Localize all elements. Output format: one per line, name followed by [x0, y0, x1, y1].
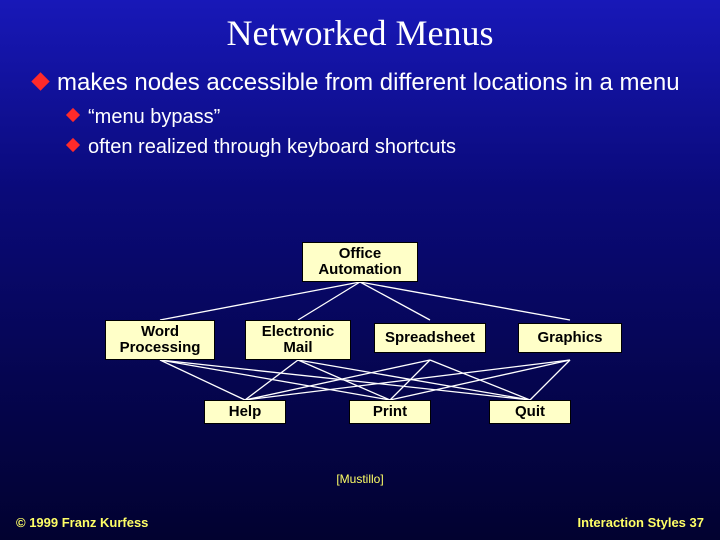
node-electronic-mail: Electronic Mail: [245, 320, 351, 360]
bullet-main: makes nodes accessible from different lo…: [34, 68, 692, 98]
node-graphics: Graphics: [518, 323, 622, 353]
content-area: makes nodes accessible from different lo…: [0, 54, 720, 160]
diagram: Office Automation Word Processing Electr…: [0, 240, 720, 480]
node-spreadsheet: Spreadsheet: [374, 323, 486, 353]
bullet-main-text: makes nodes accessible from different lo…: [57, 68, 680, 98]
diamond-icon: [66, 138, 80, 152]
bullet-sub-1: “menu bypass”: [68, 104, 692, 130]
bullet-sub2-text: often realized through keyboard shortcut…: [88, 134, 456, 160]
citation: [Mustillo]: [0, 472, 720, 486]
bullet-sub-2: often realized through keyboard shortcut…: [68, 134, 692, 160]
node-quit: Quit: [489, 400, 571, 424]
page-number: Interaction Styles 37: [578, 515, 704, 530]
bullet-sub1-text: “menu bypass”: [88, 104, 220, 130]
node-print: Print: [349, 400, 431, 424]
copyright: © 1999 Franz Kurfess: [16, 515, 148, 530]
footer: © 1999 Franz Kurfess Interaction Styles …: [16, 515, 704, 530]
node-word-processing: Word Processing: [105, 320, 215, 360]
node-office-automation: Office Automation: [302, 242, 418, 282]
node-help: Help: [204, 400, 286, 424]
diamond-icon: [31, 72, 49, 90]
diamond-icon: [66, 108, 80, 122]
slide-title: Networked Menus: [0, 0, 720, 54]
